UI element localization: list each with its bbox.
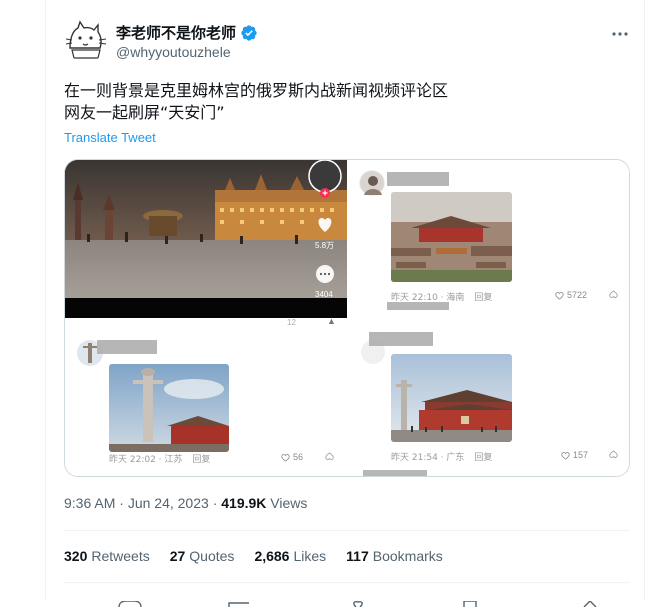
tweet-media-image[interactable]: 5.8万 3404 12 ▲ 昨天 22:10 · 海南 回复 5722 昨天 … (64, 159, 630, 477)
redacted-username (97, 340, 157, 354)
comment-time-location: 昨天 22:02 · 江苏 (109, 455, 183, 465)
retweet-icon (228, 602, 249, 607)
reply-button[interactable]: 回复 (474, 293, 492, 303)
likes-stat[interactable]: 2,686 Likes (254, 548, 326, 564)
reply-button[interactable]: 回复 (192, 455, 210, 465)
quotes-count: 27 (169, 548, 186, 564)
red-square-night-photo (65, 160, 347, 318)
translate-tweet-link[interactable]: Translate Tweet (64, 130, 156, 145)
video-comments-count: 3404 (315, 290, 333, 299)
author-avatar[interactable] (64, 18, 108, 62)
retweets-label: Retweets (91, 548, 150, 564)
tweet-text-line: 在一则背景是克里姆林宫的俄罗斯内战新闻视频评论区 (64, 81, 449, 100)
author-name-row: 李老师不是你老师 (116, 22, 258, 43)
comment-time-location: 昨天 21:54 · 广东 (391, 453, 465, 463)
dislike-icon[interactable] (609, 290, 618, 299)
redacted-username (387, 302, 449, 310)
dislike-icon[interactable] (609, 450, 618, 459)
comment-panel-2: 昨天 22:02 · 江苏 回复 56 (65, 328, 347, 476)
comment-meta: 昨天 22:02 · 江苏 回复 (109, 452, 210, 465)
tweet-header: 李老师不是你老师 @whyyoutouzhele (64, 18, 632, 66)
comment-panel-1: 昨天 22:10 · 海南 回复 5722 (347, 160, 629, 310)
video-bottom-count: 12 (287, 318, 296, 327)
commenter-avatar (359, 170, 385, 196)
redacted-username (387, 172, 449, 186)
author-display-name[interactable]: 李老师不是你老师 (116, 22, 236, 43)
tweet-actions-bar (64, 594, 630, 608)
retweets-stat[interactable]: 320 Retweets (64, 548, 150, 564)
tweet-text-line: 网友一起刷屏“天安门” (64, 103, 225, 122)
like-icon (353, 601, 363, 608)
author-handle[interactable]: @whyyoutouzhele (116, 44, 231, 60)
more-options-icon[interactable] (608, 22, 632, 46)
divider (64, 530, 630, 531)
comment-like[interactable]: 5722 (555, 290, 587, 300)
bookmark-icon (463, 600, 477, 607)
separator: · (212, 495, 218, 511)
redacted-username (363, 470, 427, 476)
arrow-up-icon: ▲ (327, 316, 336, 326)
video-bottom-strip: 12 ▲ (65, 316, 347, 328)
tweet-timestamp: 9:36 AM · Jun 24, 2023 · 419.9K Views (64, 495, 307, 511)
bookmarks-stat[interactable]: 117 Bookmarks (346, 548, 443, 564)
tweet-detail: 李老师不是你老师 @whyyoutouzhele 在一则背景是克里姆林宫的俄罗斯… (45, 0, 645, 608)
redacted-username (369, 332, 433, 346)
heart-outline-icon (561, 451, 570, 460)
verified-badge-icon[interactable] (240, 24, 258, 42)
retweets-count: 320 (64, 548, 88, 564)
comment-image-forbidden-city (391, 192, 512, 282)
video-likes-count: 5.8万 (315, 241, 335, 250)
engagement-stats: 320 Retweets 27 Quotes 2,686 Likes 117 Bookm… (64, 548, 443, 564)
quotes-stat[interactable]: 27 Quotes (170, 548, 235, 564)
comment-panel-3: 昨天 21:54 · 广东 回复 157 (347, 318, 629, 476)
likes-label: Likes (293, 548, 327, 564)
bookmarks-count: 117 (346, 548, 369, 564)
reply-button[interactable]: 回复 (474, 453, 492, 463)
tweet-date[interactable]: Jun 24, 2023 (128, 495, 209, 511)
quotes-label: Quotes (189, 548, 235, 564)
comment-like[interactable]: 157 (561, 450, 588, 460)
views-count: 419.9K (221, 495, 267, 511)
heart-outline-icon (281, 453, 290, 462)
tweet-text: 在一则背景是克里姆林宫的俄罗斯内战新闻视频评论区 网友一起刷屏“天安门” (64, 80, 624, 124)
reply-icon (118, 600, 142, 608)
bookmarks-label: Bookmarks (372, 548, 443, 564)
comment-like-count: 56 (293, 452, 304, 462)
separator: · (119, 495, 124, 511)
views-label: Views (270, 495, 308, 511)
comment-meta: 昨天 21:54 · 广东 回复 (391, 450, 492, 463)
comment-image-huabiao (109, 364, 229, 452)
share-icon (583, 600, 597, 608)
tweet-time[interactable]: 9:36 AM (64, 495, 115, 511)
video-screenshot: 5.8万 3404 (65, 160, 347, 318)
comment-like-count: 157 (573, 450, 589, 460)
dislike-icon[interactable] (325, 452, 334, 461)
likes-count: 2,686 (254, 548, 290, 564)
cat-sketch-icon (64, 18, 108, 62)
divider (64, 582, 630, 583)
comment-like-count: 5722 (567, 290, 588, 300)
comment-image-tiananmen (391, 354, 512, 442)
comment-like[interactable]: 56 (281, 452, 303, 462)
heart-outline-icon (555, 291, 564, 300)
